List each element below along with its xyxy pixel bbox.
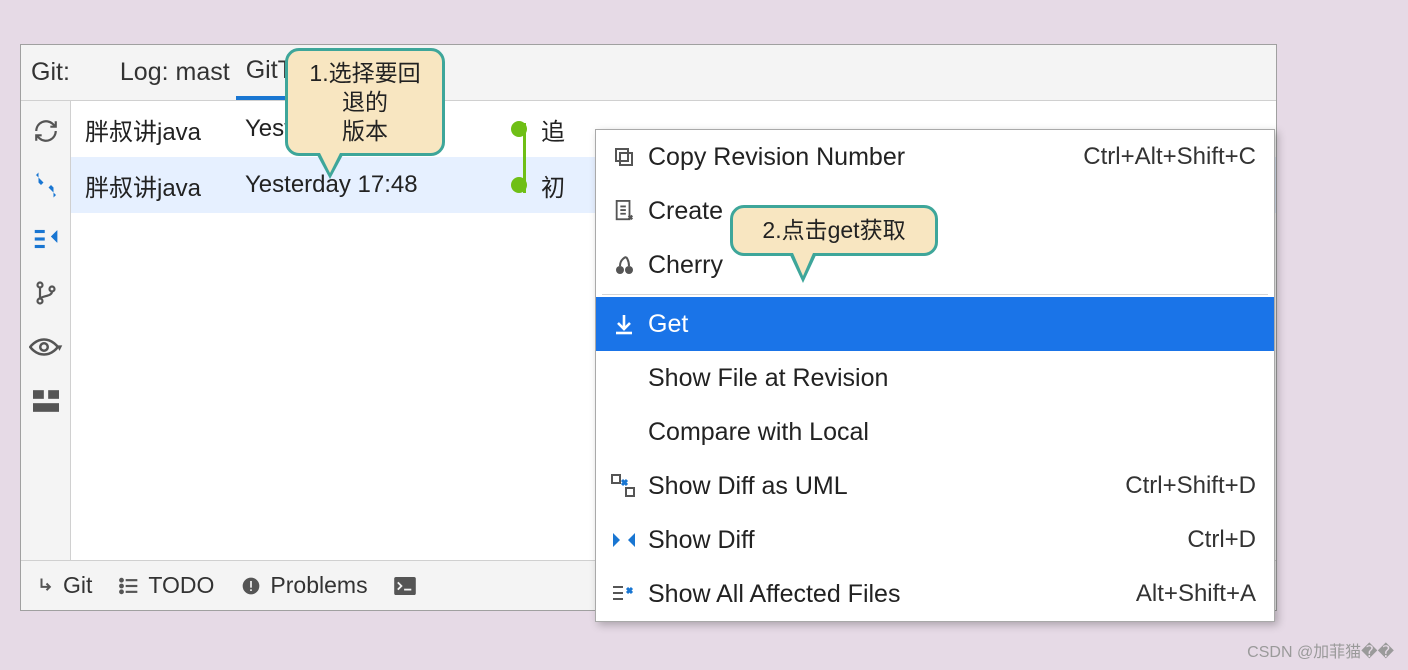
menu-get[interactable]: Get [596,297,1274,351]
bottom-tab-todo[interactable]: TODO [118,572,214,599]
menu-label: Compare with Local [642,418,1256,447]
git-sidebar: ▾ [21,101,71,560]
diff-uml-icon [606,474,642,498]
callout-tail-icon [316,153,344,179]
menu-shortcut: Ctrl+Alt+Shift+C [1083,143,1256,171]
commit-subject: 初 [541,168,565,203]
git-label: Git: [31,58,70,87]
menu-show-diff-uml[interactable]: Show Diff as UML Ctrl+Shift+D [596,459,1274,513]
menu-label: Get [642,310,1256,339]
callout-text: 1.选择要回退的 [306,59,424,117]
menu-label: Show File at Revision [642,364,1256,393]
bottom-tab-label: Git [63,572,92,599]
annotation-callout-2: 2.点击get获取 [730,205,938,256]
menu-label: Copy Revision Number [642,143,1083,172]
branch-arrow-icon [33,576,55,596]
tab-log-master[interactable]: Log: mast [120,58,230,87]
commit-subject: 追 [541,112,565,147]
bottom-tab-git[interactable]: Git [33,572,92,599]
callout-text: 2.点击get获取 [751,216,917,245]
copy-icon [606,145,642,169]
commit-date: Yesterday 17:48 [245,171,511,199]
menu-label: Show All Affected Files [642,580,1136,609]
menu-label: Show Diff as UML [642,472,1125,501]
menu-shortcut: Alt+Shift+A [1136,580,1256,608]
terminal-icon [394,577,416,595]
menu-compare-with-local[interactable]: Compare with Local [596,405,1274,459]
menu-separator [602,294,1268,295]
git-tabbar: Git: Log: mast GitTest.java × [21,45,1276,101]
affected-files-icon [606,582,642,606]
eye-icon[interactable]: ▾ [26,323,66,371]
menu-copy-revision[interactable]: Copy Revision Number Ctrl+Alt+Shift+C [596,130,1274,184]
menu-shortcut: Ctrl+Shift+D [1125,472,1256,500]
bottom-tab-problems[interactable]: Problems [240,572,367,599]
diff-icon [606,529,642,551]
menu-label: Cherry [642,251,1256,280]
annotation-callout-1: 1.选择要回退的 版本 [285,48,445,156]
branch-icon[interactable] [26,269,66,317]
list-icon [118,577,140,595]
commit-author: 胖叔讲java [85,112,245,147]
callout-tail-icon [789,253,817,283]
warning-icon [240,576,262,596]
bottom-tab-label: TODO [148,572,214,599]
layout-icon[interactable] [26,377,66,425]
menu-shortcut: Ctrl+D [1187,526,1256,554]
menu-show-affected-files[interactable]: Show All Affected Files Alt+Shift+A [596,567,1274,621]
context-menu: Copy Revision Number Ctrl+Alt+Shift+C Cr… [595,129,1275,622]
indent-arrows-icon[interactable] [26,215,66,263]
graph-line [523,123,526,193]
menu-label: Show Diff [642,526,1187,555]
bottom-tab-terminal[interactable] [394,577,416,595]
commit-author: 胖叔讲java [85,168,245,203]
menu-show-file-at-revision[interactable]: Show File at Revision [596,351,1274,405]
refresh-icon[interactable] [26,107,66,155]
download-icon [606,312,642,336]
cherry-icon [606,253,642,277]
menu-show-diff[interactable]: Show Diff Ctrl+D [596,513,1274,567]
callout-text: 版本 [306,117,424,146]
watermark: CSDN @加菲猫�� [1247,638,1394,662]
bottom-tab-label: Problems [270,572,367,599]
patch-icon [606,199,642,223]
merge-arrows-icon[interactable] [26,161,66,209]
